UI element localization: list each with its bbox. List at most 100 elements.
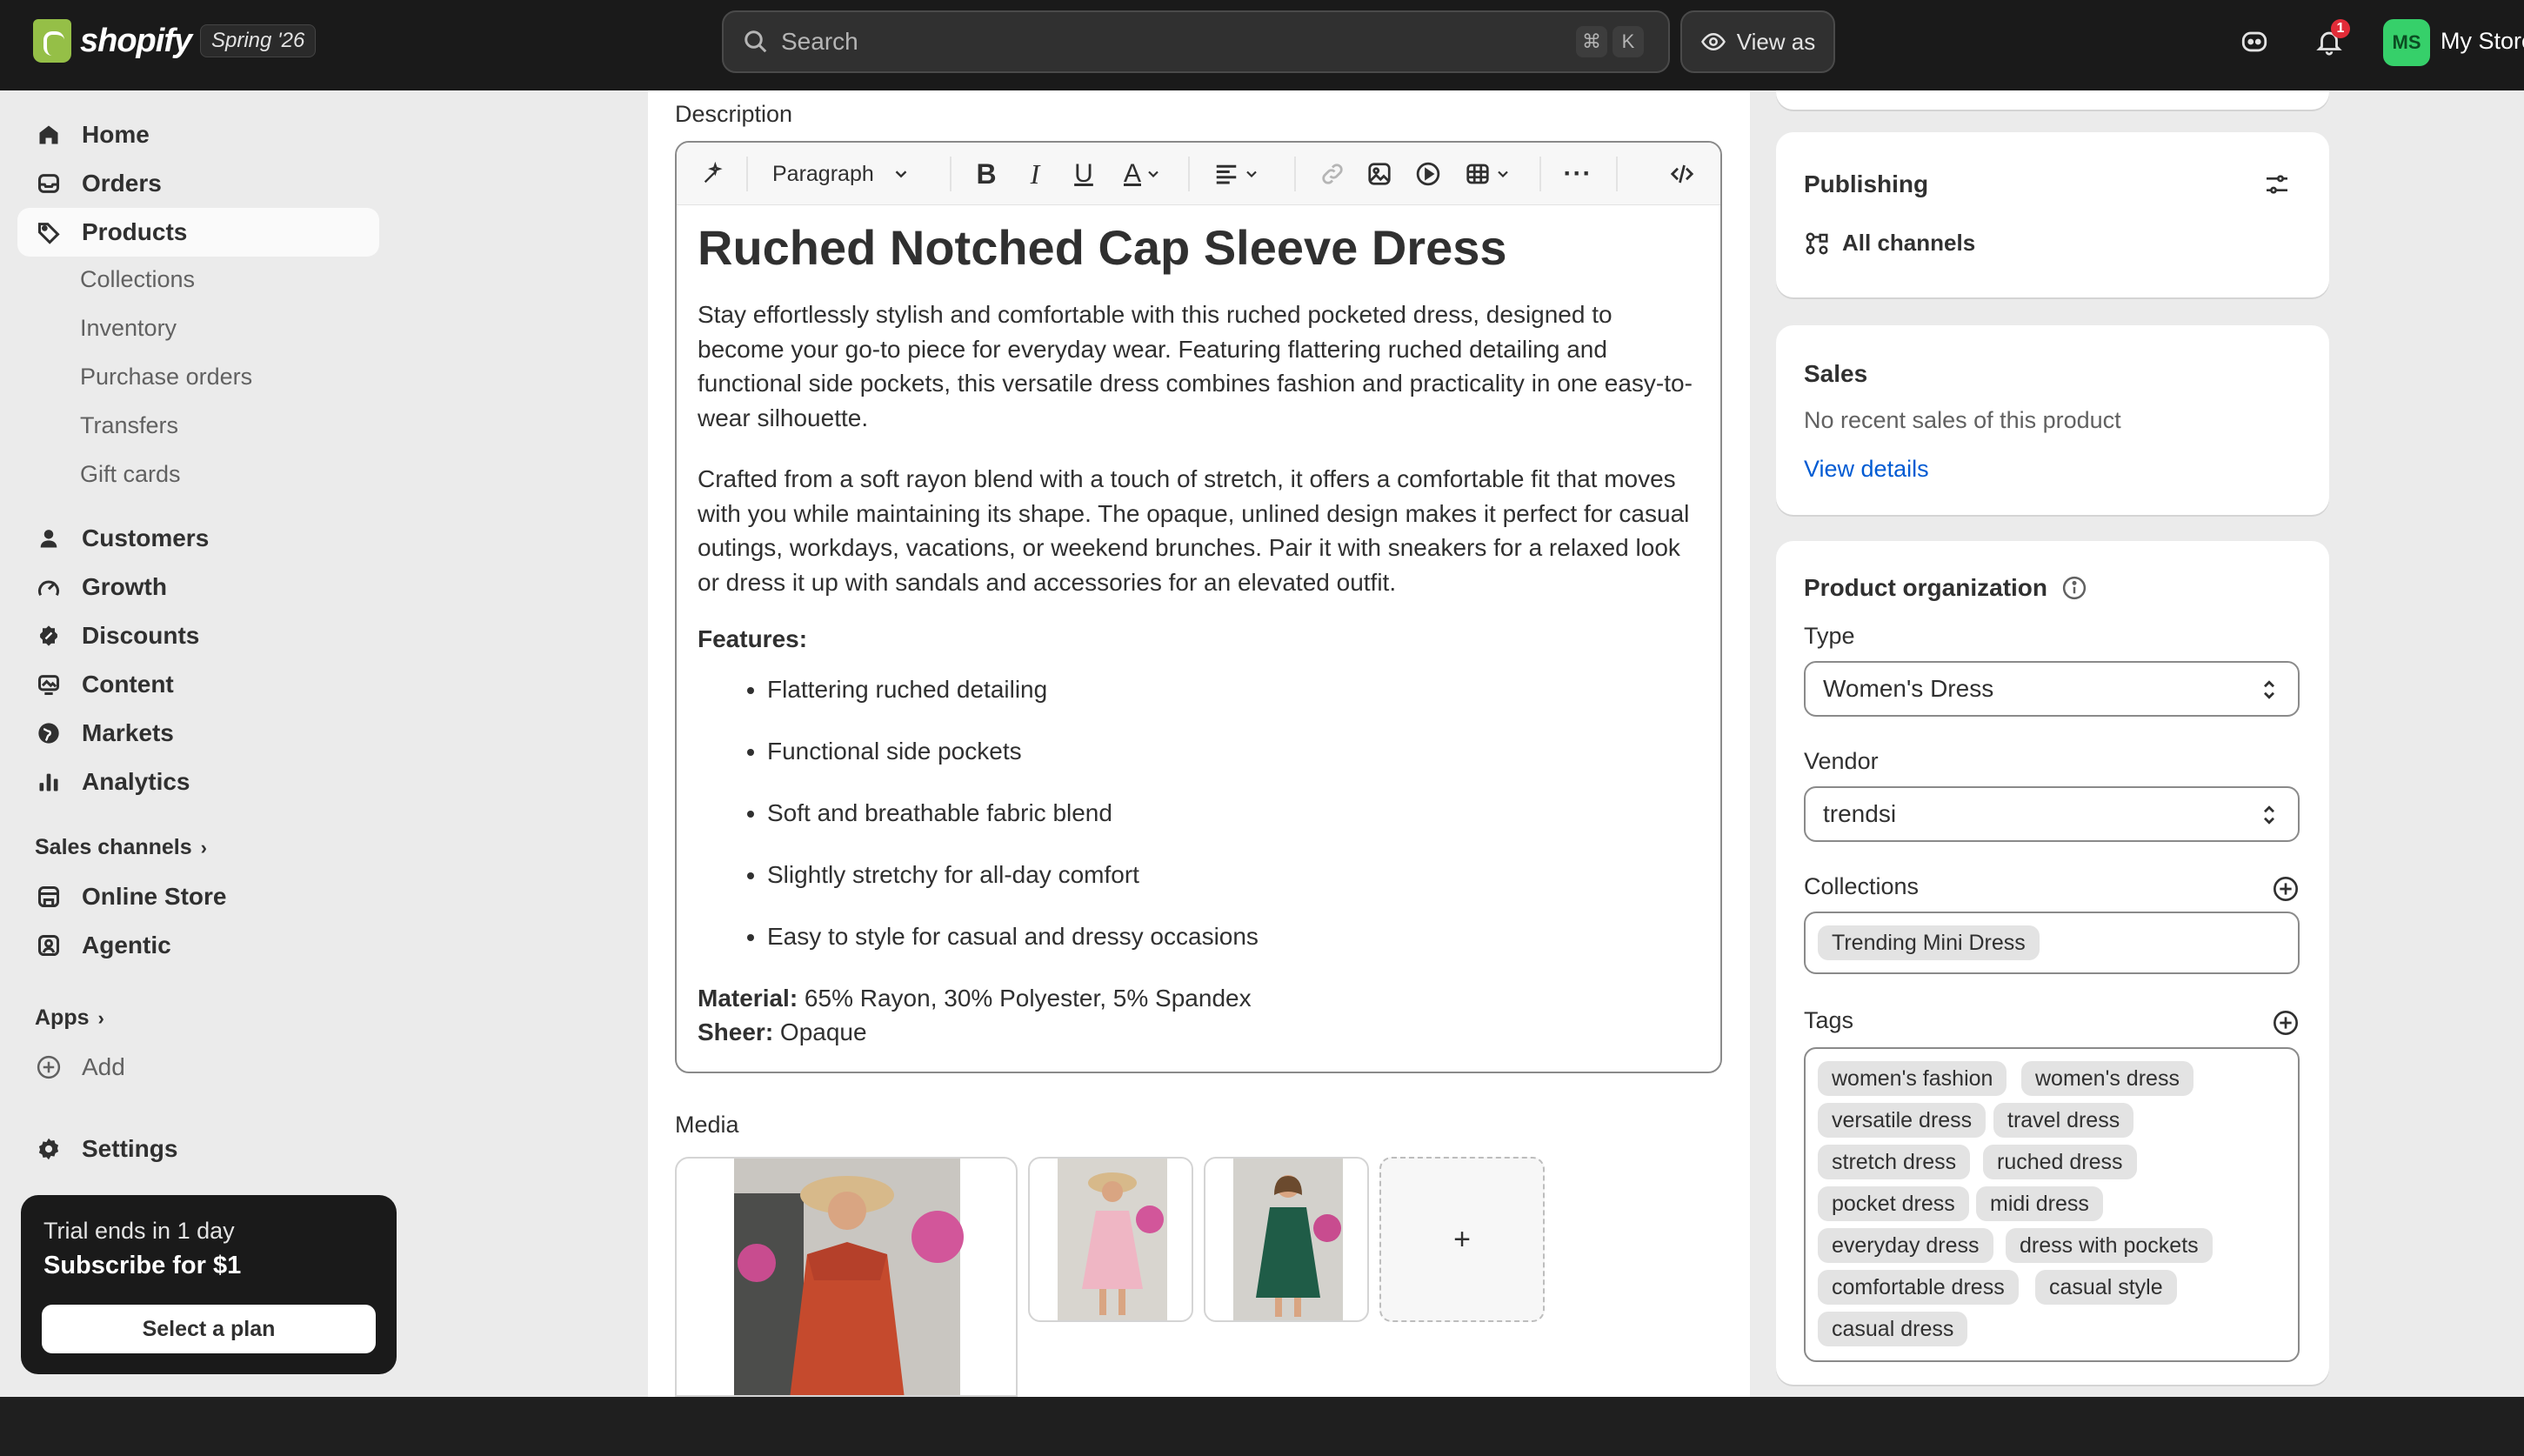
sidebar-item-customers[interactable]: Customers [17, 514, 379, 563]
sidebar-item-online-store[interactable]: Online Store [17, 872, 379, 921]
sidebar-subitem-collections[interactable]: Collections [80, 266, 195, 293]
description-editor[interactable]: Paragraph B I U A ··· Ruched Notched Cap… [675, 141, 1722, 1073]
features-heading: Features: [698, 625, 808, 652]
add-tag-icon[interactable] [2272, 1009, 2300, 1037]
tag-chip[interactable]: pocket dress [1818, 1186, 1969, 1221]
sales-channels-label: Sales channels [35, 835, 192, 859]
view-as-button[interactable]: View as [1680, 10, 1835, 73]
underline-icon[interactable]: U [1068, 158, 1099, 190]
sidebar-item-agentic[interactable]: Agentic [17, 921, 379, 970]
link-icon[interactable] [1317, 158, 1348, 190]
tag-chip[interactable]: travel dress [1993, 1103, 2134, 1138]
status-card-bottom [1776, 90, 2329, 110]
search-input[interactable]: Search ⌘ K [722, 10, 1670, 73]
store-name[interactable]: My Store [2441, 28, 2524, 55]
align-icon[interactable] [1209, 158, 1265, 190]
features-list: Flattering ruched detailing Functional s… [698, 672, 1703, 981]
video-icon[interactable] [1412, 158, 1444, 190]
sidebar-item-markets[interactable]: Markets [17, 709, 379, 758]
sidebar-item-products[interactable]: Products [17, 208, 379, 257]
shortcut-k-key: K [1613, 26, 1644, 57]
brand-name: shopify [80, 22, 192, 59]
editor-content[interactable]: Ruched Notched Cap Sleeve Dress Stay eff… [698, 217, 1703, 1049]
sidebar-item-add[interactable]: Add [17, 1043, 379, 1092]
product-heading: Ruched Notched Cap Sleeve Dress [698, 220, 1507, 275]
tag-chip[interactable]: women's fashion [1818, 1061, 2007, 1096]
sidebar-item-label: Content [82, 671, 174, 698]
sidebar-item-settings[interactable]: Settings [17, 1125, 379, 1173]
sidebar-item-orders[interactable]: Orders [17, 159, 379, 208]
tag-chip[interactable]: casual dress [1818, 1312, 1968, 1346]
sidebar-item-discounts[interactable]: Discounts [17, 611, 379, 660]
select-plan-button[interactable]: Select a plan [42, 1305, 376, 1353]
add-circle-icon [35, 1053, 63, 1081]
chevron-down-icon [895, 170, 907, 178]
sidebar-item-growth[interactable]: Growth [17, 563, 379, 611]
chevron-right-icon: › [200, 836, 207, 858]
bold-icon[interactable]: B [971, 158, 1002, 190]
sidebar-item-analytics[interactable]: Analytics [17, 758, 379, 806]
apps-heading[interactable]: Apps › [35, 1005, 104, 1031]
sales-card: Sales No recent sales of this product Vi… [1776, 325, 2329, 515]
tag-chip[interactable]: ruched dress [1983, 1145, 2137, 1179]
pink-dress-photo [1058, 1159, 1167, 1320]
sidebar-subitem-gift-cards[interactable]: Gift cards [80, 461, 181, 488]
collections-field[interactable]: Trending Mini Dress [1804, 912, 2300, 974]
tags-field[interactable]: women's fashion women's dress versatile … [1804, 1047, 2300, 1362]
italic-icon[interactable]: I [1019, 158, 1051, 190]
tag-chip[interactable]: dress with pockets [2006, 1228, 2213, 1263]
content-icon [35, 671, 63, 698]
sidebar-subitem-purchase-orders[interactable]: Purchase orders [80, 364, 252, 391]
text-color-icon[interactable]: A [1117, 158, 1169, 190]
magic-icon[interactable] [698, 158, 729, 190]
paragraph-format-select[interactable]: Paragraph [772, 158, 929, 190]
sidebar-subitem-transfers[interactable]: Transfers [80, 412, 178, 439]
discount-icon [35, 622, 63, 650]
collection-chip[interactable]: Trending Mini Dress [1818, 925, 2040, 960]
code-icon[interactable] [1665, 158, 1699, 190]
type-select[interactable]: Women's Dress [1804, 661, 2300, 717]
shortcut-cmd-key: ⌘ [1576, 26, 1607, 57]
sidebar-item-label: Add [82, 1053, 125, 1080]
sidekick-icon[interactable] [2237, 24, 2272, 59]
tag-chip[interactable]: everyday dress [1818, 1228, 1993, 1263]
avatar[interactable]: MS [2383, 19, 2430, 66]
trial-ends-text: Trial ends in 1 day [43, 1218, 235, 1244]
sales-title: Sales [1804, 360, 1868, 387]
media-main-image[interactable] [675, 1157, 1018, 1397]
search-placeholder: Search [781, 28, 858, 55]
sales-channels-heading[interactable]: Sales channels › [35, 835, 207, 860]
tag-chip[interactable]: casual style [2035, 1270, 2177, 1305]
tag-chip[interactable]: versatile dress [1818, 1103, 1986, 1138]
sidebar-subitem-inventory[interactable]: Inventory [80, 315, 177, 342]
shopify-logo[interactable]: shopify [33, 19, 192, 63]
all-channels-label: All channels [1842, 230, 1976, 256]
sidebar-item-label: Online Store [82, 883, 227, 910]
tag-chip[interactable]: comfortable dress [1818, 1270, 2019, 1305]
description-paragraph-1: Stay effortlessly stylish and comfortabl… [698, 301, 1693, 431]
tag-chip[interactable]: women's dress [2021, 1061, 2193, 1096]
more-icon[interactable]: ··· [1560, 158, 1595, 190]
table-icon[interactable] [1461, 158, 1515, 190]
notification-badge: 1 [2331, 19, 2350, 38]
material-value: 65% Rayon, 30% Polyester, 5% Spandex [798, 985, 1252, 1012]
vendor-select[interactable]: trendsi [1804, 786, 2300, 842]
sidebar-item-home[interactable]: Home [17, 110, 379, 159]
info-icon[interactable] [2061, 575, 2087, 601]
media-thumbnail-pink[interactable] [1028, 1157, 1193, 1322]
sidebar-item-label: Growth [82, 573, 167, 600]
media-thumbnail-green[interactable] [1204, 1157, 1369, 1322]
sliders-icon[interactable] [2263, 170, 2291, 203]
tag-chip[interactable]: stretch dress [1818, 1145, 1971, 1179]
add-media-button[interactable]: + [1379, 1157, 1545, 1322]
tag-chip[interactable]: midi dress [1976, 1186, 2103, 1221]
edition-badge[interactable]: Spring '26 [200, 24, 317, 57]
sidebar-item-label: Agentic [82, 932, 171, 958]
add-collection-icon[interactable] [2272, 875, 2300, 903]
vendor-value: trendsi [1823, 800, 1897, 827]
material-line: Material: 65% Rayon, 30% Polyester, 5% S… [698, 981, 1703, 1015]
image-icon[interactable] [1364, 158, 1395, 190]
select-chevron-icon [2264, 805, 2274, 825]
sidebar-item-content[interactable]: Content [17, 660, 379, 709]
view-details-link[interactable]: View details [1804, 456, 1929, 483]
